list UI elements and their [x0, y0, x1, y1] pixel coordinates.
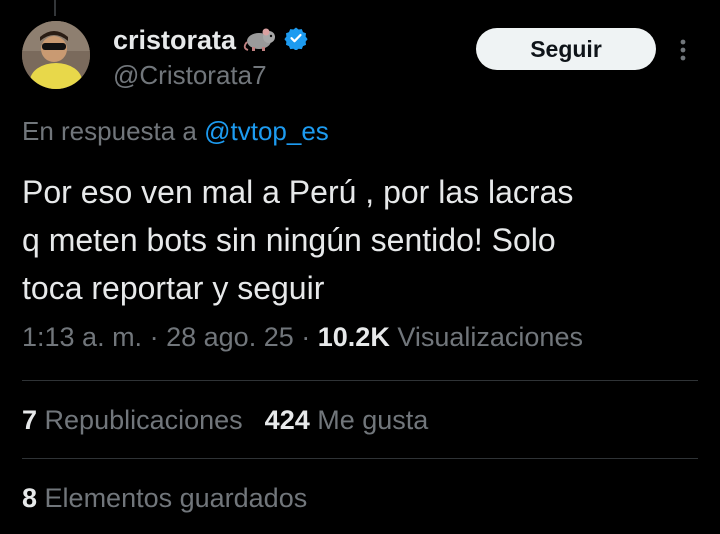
bookmarks-stat[interactable]: 8 Elementos guardados — [22, 483, 307, 514]
meta-separator: · — [301, 322, 311, 352]
likes-stat[interactable]: 424 Me gusta — [265, 405, 429, 436]
thread-connector-line — [54, 0, 56, 16]
reposts-count: 7 — [22, 405, 38, 435]
avatar-photo — [22, 21, 90, 89]
tweet-time[interactable]: 1:13 a. m. — [22, 322, 142, 352]
tweet-text-line: q meten bots sin ningún sentido! Solo — [22, 222, 556, 258]
divider — [22, 380, 698, 381]
views-label: Visualizaciones — [397, 322, 583, 352]
likes-count: 424 — [264, 405, 310, 435]
tweet-text: Por eso ven mal a Perú , por las lacras … — [22, 168, 692, 312]
reply-mention-link[interactable]: @tvtop_es — [204, 116, 329, 146]
divider — [22, 458, 698, 459]
follow-button[interactable]: Seguir — [476, 28, 656, 70]
meta-separator: · — [149, 322, 159, 352]
bookmarks-label: Elementos guardados — [44, 483, 308, 513]
tweet-date[interactable]: 28 ago. 25 — [166, 322, 294, 352]
rat-emoji-icon — [242, 24, 278, 57]
reposts-label: Republicaciones — [44, 405, 243, 435]
views-count: 10.2K — [317, 322, 390, 352]
tweet-text-line: Por eso ven mal a Perú , por las lacras — [22, 174, 574, 210]
likes-label: Me gusta — [317, 405, 429, 435]
author-name-row: cristorata — [113, 24, 308, 57]
tweet-metadata: 1:13 a. m. · 28 ago. 25 · 10.2K Visualiz… — [22, 322, 583, 353]
bookmarks-count: 8 — [22, 483, 38, 513]
bookmarks-stats: 8 Elementos guardados — [22, 483, 307, 514]
author-display-name[interactable]: cristorata — [113, 25, 236, 56]
author-handle[interactable]: @Cristorata7 — [113, 60, 267, 91]
avatar[interactable] — [22, 21, 90, 89]
tweet-text-line: toca reportar y seguir — [22, 270, 325, 306]
more-dots-icon[interactable] — [676, 36, 690, 64]
reply-prefix: En respuesta a — [22, 116, 197, 146]
verified-badge-icon — [284, 26, 308, 55]
reposts-stat[interactable]: 7 Republicaciones — [22, 405, 243, 436]
reply-context: En respuesta a @tvtop_es — [22, 116, 329, 147]
engagement-stats: 7 Republicaciones 424 Me gusta — [22, 405, 428, 436]
